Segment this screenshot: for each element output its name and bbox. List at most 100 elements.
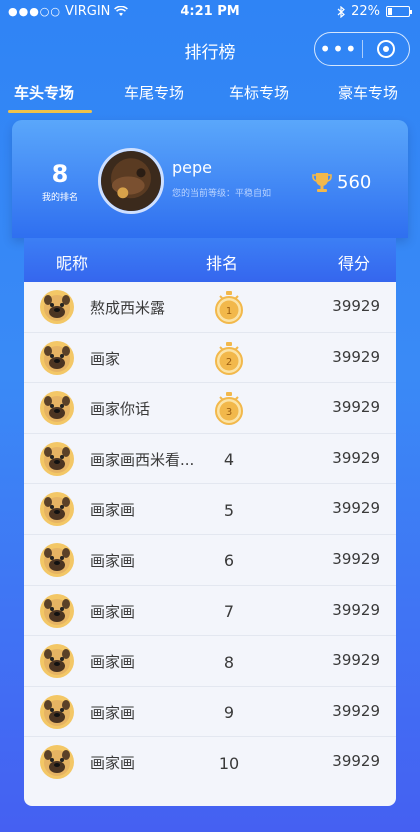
tab-badge[interactable]: 车标专场 — [229, 82, 289, 103]
rank-number: 5 — [223, 500, 235, 520]
my-score: 560 — [337, 172, 372, 193]
rank-number: 10 — [218, 753, 240, 773]
user-score: 39929 — [332, 499, 380, 518]
table-row[interactable]: 画家画 9 39929 — [24, 687, 396, 738]
user-rank: 1 — [212, 288, 246, 328]
medal-number: 2 — [226, 357, 232, 368]
more-button[interactable]: ••• — [315, 34, 362, 64]
user-rank: 10 — [212, 743, 246, 783]
user-avatar — [40, 391, 74, 426]
user-score: 39929 — [332, 549, 380, 568]
user-nickname: 画家画 — [90, 703, 136, 722]
status-right: 22% — [337, 4, 412, 19]
user-score: 39929 — [332, 701, 380, 720]
bluetooth-icon — [337, 5, 346, 18]
user-avatar — [40, 441, 74, 476]
user-rank: 2 — [212, 339, 246, 379]
pug-avatar-image — [40, 340, 74, 375]
table-row[interactable]: 画家画 10 39929 — [24, 737, 396, 788]
user-avatar — [40, 542, 74, 577]
user-avatar — [40, 340, 74, 375]
table-row[interactable]: 画家画 7 39929 — [24, 586, 396, 637]
my-username: pepe — [172, 158, 212, 177]
tab-luxury[interactable]: 豪车专场 — [338, 82, 398, 103]
category-tabs: 车头专场 车尾专场 车标专场 豪车专场 — [0, 78, 420, 114]
medal-icon: 2 — [215, 341, 243, 375]
user-nickname: 画家画 — [90, 653, 136, 672]
user-nickname: 画家画 — [90, 754, 136, 773]
table-row[interactable]: 画家画 5 39929 — [24, 484, 396, 535]
user-score: 39929 — [332, 448, 380, 467]
table-row[interactable]: 画家 2 39929 — [24, 333, 396, 384]
user-rank: 4 — [212, 440, 246, 480]
table-header: 昵称 排名 得分 — [24, 238, 396, 282]
user-score: 39929 — [332, 651, 380, 670]
battery-icon — [386, 6, 412, 17]
header-nickname: 昵称 — [56, 254, 89, 273]
header-score: 得分 — [338, 254, 371, 273]
user-nickname: 画家画 — [90, 602, 136, 621]
trophy-icon — [312, 173, 332, 192]
user-nickname: 画家你话 — [90, 400, 151, 419]
user-rank: 7 — [212, 592, 246, 632]
user-score: 39929 — [332, 398, 380, 417]
user-nickname: 画家 — [90, 349, 121, 368]
tab-front[interactable]: 车头专场 — [14, 82, 74, 103]
user-nickname: 熬成西米露 — [90, 299, 166, 317]
user-rank: 3 — [212, 389, 246, 429]
medal-icon: 1 — [215, 291, 243, 324]
tab-rear[interactable]: 车尾专场 — [124, 82, 184, 103]
user-rank: 5 — [212, 490, 246, 530]
pug-avatar-image — [40, 694, 74, 729]
user-rank: 6 — [212, 541, 246, 581]
mini-program-capsule: ••• — [314, 32, 410, 66]
my-avatar[interactable] — [98, 148, 164, 214]
rank-number: 8 — [223, 652, 235, 672]
pug-avatar-image — [40, 391, 74, 426]
table-row[interactable]: 画家你话 3 39929 — [24, 383, 396, 434]
pug-avatar-image — [40, 492, 74, 527]
user-rank: 8 — [212, 642, 246, 682]
user-score: 39929 — [332, 297, 380, 315]
user-rank: 9 — [212, 693, 246, 733]
my-rank-card: 8 我的排名 pepe 您的当前等级：平稳自如 560 — [12, 120, 408, 238]
leaderboard-table: 昵称 排名 得分 熬成西米露 1 39929 画家 2 39929 画家你话 3 39929 画家… — [24, 238, 396, 806]
rank-number: 9 — [223, 703, 235, 723]
pug-avatar-image — [40, 593, 74, 628]
user-avatar — [40, 694, 74, 729]
my-rank-number: 8 — [51, 160, 69, 188]
table-body: 熬成西米露 1 39929 画家 2 39929 画家你话 3 39929 画家画西米看... 4 3… — [24, 282, 396, 788]
medal-number: 1 — [226, 306, 232, 317]
medal-icon: 3 — [215, 392, 243, 426]
close-icon — [376, 40, 395, 58]
user-nickname: 画家画西米看... — [90, 450, 195, 469]
medal-number: 3 — [226, 407, 232, 418]
user-score: 39929 — [332, 347, 380, 366]
pug-avatar-image — [40, 290, 74, 324]
user-avatar — [40, 644, 74, 679]
user-nickname: 画家画 — [90, 501, 136, 520]
header-rank: 排名 — [206, 254, 239, 273]
user-score: 39929 — [332, 600, 380, 619]
pug-avatar-image — [40, 644, 74, 679]
rank-number: 4 — [223, 450, 235, 470]
table-row[interactable]: 熬成西米露 1 39929 — [24, 282, 396, 333]
user-avatar — [40, 745, 74, 780]
table-row[interactable]: 画家画 6 39929 — [24, 535, 396, 586]
rank-number: 7 — [223, 602, 235, 622]
status-bar: ●●●○○ VIRGIN 4:21 PM 22% — [0, 0, 420, 26]
table-row[interactable]: 画家画 8 39929 — [24, 636, 396, 687]
battery-percent: 22% — [351, 4, 380, 19]
user-nickname: 画家画 — [90, 551, 136, 570]
close-button[interactable] — [363, 40, 409, 58]
my-level: 您的当前等级：平稳自如 — [172, 189, 272, 199]
active-tab-indicator — [8, 110, 92, 113]
user-avatar — [40, 290, 74, 324]
my-rank-label: 我的排名 — [41, 193, 78, 203]
pug-avatar-image — [40, 441, 74, 476]
pug-avatar-image — [40, 542, 74, 577]
user-score: 39929 — [332, 752, 380, 771]
avatar-image — [101, 151, 161, 211]
nav-bar: 排行榜 ••• — [0, 26, 420, 72]
table-row[interactable]: 画家画西米看... 4 39929 — [24, 434, 396, 485]
